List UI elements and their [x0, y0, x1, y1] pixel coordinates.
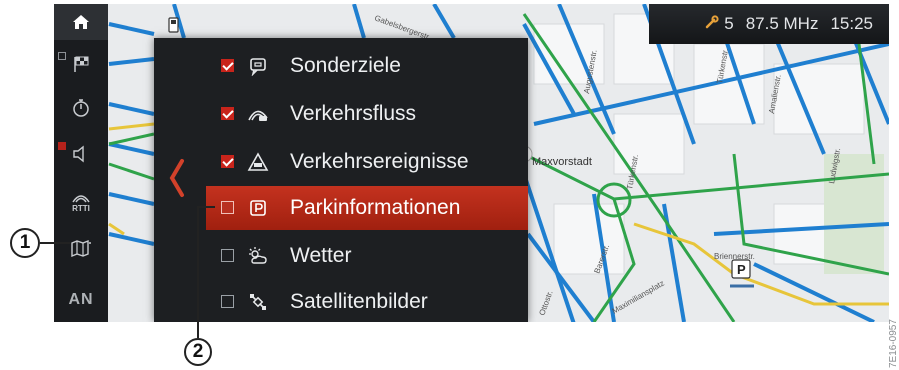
menu-item-parkinformationen[interactable]: Parkinformationen — [206, 186, 528, 230]
parking-marker-label: P — [737, 262, 746, 277]
clock: 15:25 — [830, 14, 873, 33]
callout-2-leader — [197, 206, 199, 338]
rtti-icon — [72, 194, 90, 202]
idrive-screen: Maxvorstadt Gabelsbergerstr. Augustenstr… — [54, 4, 889, 322]
menu-item-verkehrsfluss[interactable]: Verkehrsfluss — [154, 92, 528, 136]
service-count: 5 — [724, 14, 734, 33]
rail-checkbox — [58, 52, 66, 60]
map-label-maxvorstadt: Maxvorstadt — [532, 156, 592, 168]
wrench-icon — [704, 14, 720, 35]
map-options-icon — [71, 239, 91, 257]
menu-item-sonderziele[interactable]: Sonderziele — [154, 44, 528, 88]
poi-flag-icon — [246, 54, 270, 78]
callout-2: 2 — [184, 338, 212, 366]
checkbox-verkehrsfluss[interactable] — [221, 107, 234, 120]
menu-label-verkehrsfluss: Verkehrsfluss — [290, 102, 417, 125]
checkbox-verkehrsereignisse[interactable] — [221, 155, 234, 168]
radio-frequency: 87.5 MHz — [745, 14, 819, 33]
checkbox-satellitenbilder[interactable] — [221, 295, 234, 308]
image-code: 7E16-0957 — [888, 319, 899, 368]
image-code-text: 7E16-0957 — [888, 319, 899, 368]
parking-icon — [246, 196, 270, 220]
stopwatch-icon — [73, 99, 89, 117]
checkered-flag-icon — [74, 56, 89, 72]
rtti-label: RTTI — [72, 203, 90, 213]
figure: Maxvorstadt Gabelsbergerstr. Augustenstr… — [0, 0, 899, 370]
speaker-icon — [73, 145, 84, 163]
traffic-warning-icon — [246, 150, 270, 174]
fuel-station-icon — [168, 17, 179, 33]
satellite-icon — [246, 290, 270, 314]
rail-item-destination[interactable] — [54, 42, 108, 86]
home-icon — [73, 15, 89, 29]
traffic-flow-icon — [246, 102, 270, 126]
rail-item-rtti[interactable]: RTTI — [54, 180, 108, 224]
menu-label-satellitenbilder: Satellitenbilder — [290, 290, 428, 313]
home-button[interactable] — [54, 4, 108, 40]
rail-item-an[interactable]: AN — [54, 278, 108, 322]
menu-label-verkehrsereignisse: Verkehrsereignisse — [290, 150, 469, 173]
checkbox-sonderziele[interactable] — [221, 59, 234, 72]
status-bar: 5 87.5 MHz 15:25 — [649, 4, 889, 44]
map-view-menu: Sonderziele Verkehrsfluss Verkehrsereign… — [154, 38, 528, 322]
menu-label-sonderziele: Sonderziele — [290, 54, 401, 77]
callout-2-leader-tip — [197, 206, 215, 208]
checkbox-parkinformationen[interactable] — [221, 201, 234, 214]
left-icon-rail: RTTI AN — [54, 4, 108, 322]
callout-1: 1 — [10, 228, 40, 258]
rail-item-timer[interactable] — [54, 86, 108, 130]
rail-item-speaker[interactable] — [54, 132, 108, 176]
rail-item-map-options[interactable] — [54, 226, 108, 270]
menu-label-parkinformationen: Parkinformationen — [290, 196, 461, 219]
menu-item-wetter[interactable]: Wetter — [154, 234, 528, 278]
rail-checkbox-checked — [58, 142, 66, 150]
menu-label-wetter: Wetter — [290, 244, 352, 267]
weather-icon — [246, 244, 270, 268]
menu-item-satellitenbilder[interactable]: Satellitenbilder — [154, 280, 528, 322]
menu-item-verkehrsereignisse[interactable]: Verkehrsereignisse — [154, 140, 528, 184]
checkbox-wetter[interactable] — [221, 249, 234, 262]
callout-1-leader — [40, 242, 70, 244]
